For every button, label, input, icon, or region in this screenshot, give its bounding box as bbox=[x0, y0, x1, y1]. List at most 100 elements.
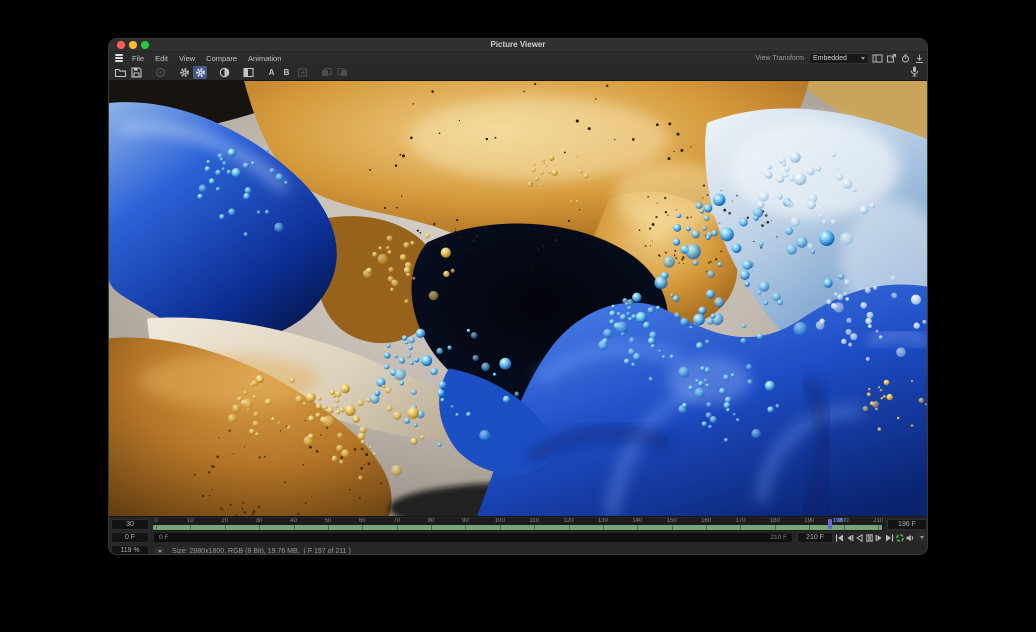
ruler-tick-mark bbox=[809, 525, 810, 530]
swap-ab-icon-disabled bbox=[295, 66, 309, 79]
ruler-tick-label: 50 bbox=[325, 518, 332, 524]
next-frame-button[interactable] bbox=[875, 533, 884, 543]
current-frame-field[interactable]: 196 F bbox=[887, 519, 927, 530]
filter-gear-icon[interactable] bbox=[177, 66, 191, 79]
ruler-tick-mark bbox=[328, 525, 329, 530]
goto-start-button[interactable] bbox=[835, 533, 844, 543]
ruler-tick-mark bbox=[294, 525, 295, 530]
render-image bbox=[109, 81, 927, 516]
ruler-tick-mark bbox=[569, 525, 570, 530]
compare-b-button[interactable]: B bbox=[280, 68, 293, 77]
panel-toggle-icon[interactable] bbox=[872, 53, 883, 64]
ruler-tick-label: 20 bbox=[221, 518, 228, 524]
titlebar[interactable]: Picture Viewer bbox=[109, 39, 927, 52]
ruler-tick-mark bbox=[706, 525, 707, 530]
play-backward-button[interactable] bbox=[855, 533, 864, 543]
ruler-tick-label: 190 bbox=[804, 518, 814, 524]
microphone-icon[interactable] bbox=[907, 65, 921, 78]
ruler-tick-mark bbox=[362, 525, 363, 530]
playhead[interactable]: 196 bbox=[828, 519, 832, 529]
contrast-icon[interactable] bbox=[217, 66, 231, 79]
fps-field[interactable]: 30 bbox=[111, 519, 149, 530]
window-title: Picture Viewer bbox=[109, 40, 927, 49]
range-end-field[interactable]: 210 F bbox=[797, 532, 833, 543]
open-file-icon[interactable] bbox=[113, 66, 127, 79]
pause-button[interactable] bbox=[865, 533, 874, 543]
ruler-tick-mark bbox=[878, 525, 879, 530]
ruler-tick-label: 110 bbox=[529, 518, 539, 524]
chevron-down-icon bbox=[861, 57, 865, 60]
menubar: File Edit View Compare Animation View Tr… bbox=[109, 52, 927, 64]
loop-mode-icon-active[interactable] bbox=[895, 533, 904, 543]
ruler-tick-mark bbox=[672, 525, 673, 530]
toolbar: A B bbox=[109, 64, 927, 81]
ruler-tick-label: 180 bbox=[770, 518, 780, 524]
import-icon[interactable] bbox=[914, 53, 925, 64]
menu-file[interactable]: File bbox=[132, 54, 144, 63]
chevron-down-icon bbox=[920, 536, 924, 539]
goto-end-button[interactable] bbox=[885, 533, 894, 543]
playback-options-button[interactable] bbox=[916, 533, 927, 542]
menu-view[interactable]: View bbox=[179, 54, 195, 63]
ruler-tick-label: 100 bbox=[495, 518, 505, 524]
ruler-tick-label: 210 bbox=[873, 518, 883, 524]
ruler-tick-mark bbox=[225, 525, 226, 530]
ruler-tick-label: 0 bbox=[154, 518, 157, 524]
status-info: Size: 2880x1800, RGB (8 Bit), 19.76 MB, … bbox=[172, 545, 351, 555]
copy-b-icon-disabled bbox=[335, 66, 349, 79]
ruler-tick-label: 130 bbox=[598, 518, 608, 524]
ruler-tick-mark bbox=[637, 525, 638, 530]
settings-gear-icon-active[interactable] bbox=[193, 66, 207, 79]
save-icon[interactable] bbox=[129, 66, 143, 79]
ruler-tick-label: 140 bbox=[632, 518, 642, 524]
ruler-tick-mark bbox=[156, 525, 157, 530]
menu-animation[interactable]: Animation bbox=[248, 54, 281, 63]
range-track-end-label: 210 F bbox=[770, 534, 787, 541]
range-track-start-label: 0 F bbox=[159, 534, 168, 541]
stopwatch-icon[interactable] bbox=[900, 53, 911, 64]
menu-edit[interactable]: Edit bbox=[155, 54, 168, 63]
zoom-level-field[interactable]: 119 % bbox=[111, 545, 149, 555]
ruler-tick-mark bbox=[431, 525, 432, 530]
desktop: Picture Viewer File Edit View Compare An… bbox=[0, 0, 1036, 632]
ruler-tick-mark bbox=[397, 525, 398, 530]
chevron-down-icon bbox=[158, 550, 162, 553]
ruler-tick-label: 60 bbox=[359, 518, 366, 524]
ruler-tick-label: 80 bbox=[428, 518, 435, 524]
picture-viewer-window: Picture Viewer File Edit View Compare An… bbox=[108, 38, 928, 555]
ruler-tick-label: 30 bbox=[256, 518, 263, 524]
view-transform-value: Embedded bbox=[813, 55, 847, 62]
disabled-circle-icon bbox=[153, 66, 167, 79]
rendered-image-viewport[interactable] bbox=[109, 81, 927, 516]
rendered-frames-bar bbox=[153, 525, 882, 530]
previous-frame-button[interactable] bbox=[845, 533, 854, 543]
copy-a-icon-disabled bbox=[319, 66, 333, 79]
playhead-frame-label: 196 bbox=[833, 518, 843, 524]
ruler-tick-mark bbox=[775, 525, 776, 530]
view-transform-dropdown[interactable]: Embedded bbox=[809, 53, 869, 64]
view-transform-label: View Transform bbox=[756, 55, 805, 62]
ruler-tick-mark bbox=[190, 525, 191, 530]
ruler-tick-label: 160 bbox=[701, 518, 711, 524]
preview-range-slider[interactable]: 0 F 210 F bbox=[153, 532, 793, 543]
ruler-tick-mark bbox=[740, 525, 741, 530]
open-external-icon[interactable] bbox=[886, 53, 897, 64]
ruler-tick-label: 40 bbox=[290, 518, 297, 524]
ruler-tick-label: 120 bbox=[564, 518, 574, 524]
hamburger-menu-icon[interactable] bbox=[115, 54, 123, 61]
ruler-tick-label: 70 bbox=[393, 518, 400, 524]
compare-a-button[interactable]: A bbox=[265, 68, 278, 77]
split-compare-icon[interactable] bbox=[241, 66, 255, 79]
menu-compare[interactable]: Compare bbox=[206, 54, 237, 63]
sound-toggle-icon[interactable] bbox=[905, 533, 914, 543]
ruler-tick-mark bbox=[500, 525, 501, 530]
ruler-tick-mark bbox=[465, 525, 466, 530]
timeline-ruler[interactable]: 0102030405060708090100110120130140150160… bbox=[153, 518, 885, 531]
ruler-tick-label: 170 bbox=[735, 518, 745, 524]
ruler-tick-mark bbox=[844, 525, 845, 530]
ruler-tick-mark bbox=[259, 525, 260, 530]
ruler-tick-mark bbox=[534, 525, 535, 530]
ruler-tick-label: 90 bbox=[462, 518, 469, 524]
zoom-dropdown-button[interactable] bbox=[154, 547, 165, 556]
range-start-field[interactable]: 0 F bbox=[111, 532, 149, 543]
